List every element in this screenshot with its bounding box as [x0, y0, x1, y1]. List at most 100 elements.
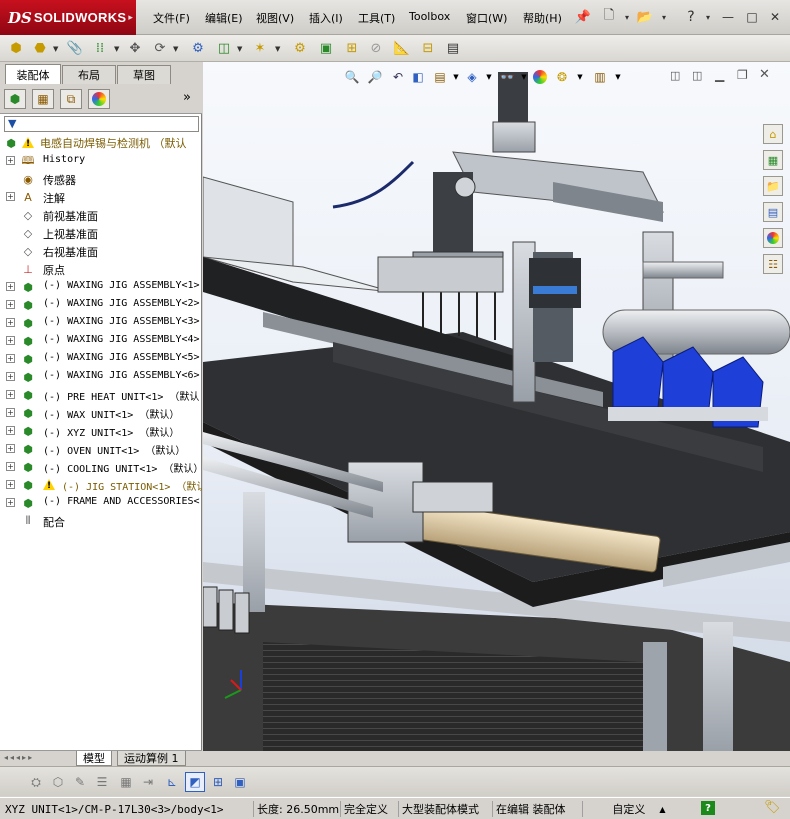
- tab-motion-study[interactable]: 运动算例 1: [117, 751, 186, 766]
- menu-file[interactable]: 文件(F): [153, 10, 190, 26]
- expand-plus-icon[interactable]: +: [6, 372, 15, 381]
- open-folder-icon[interactable]: 📂: [636, 8, 654, 26]
- tree-item[interactable]: + ⬢ (-) FRAME AND ACCESSORIES<: [0, 494, 202, 512]
- tree-item[interactable]: ◇ 右视基准面: [0, 242, 202, 260]
- tree-item[interactable]: ⊥ 原点: [0, 260, 202, 278]
- chevron-down-icon[interactable]: ▼: [480, 68, 498, 86]
- view-palette-icon[interactable]: ▤: [763, 202, 783, 222]
- zoom-to-fit-icon[interactable]: 🔍: [343, 68, 361, 86]
- tab-scroll-arrows-icon[interactable]: ◂◂◂▸▸: [4, 753, 34, 762]
- expand-plus-icon[interactable]: +: [6, 336, 15, 345]
- disabled-tool-icon[interactable]: ⊘: [366, 38, 386, 58]
- grid-icon[interactable]: ▦: [116, 772, 136, 792]
- tag-icon[interactable]: 🏷: [764, 800, 781, 815]
- expand-panel-icon[interactable]: »: [183, 90, 191, 105]
- tree-item[interactable]: + ⬢! (-) JIG STATION<1> （默认: [0, 476, 202, 494]
- help-badge[interactable]: ?: [701, 801, 715, 815]
- mate-icon[interactable]: ⊞: [342, 38, 362, 58]
- rebuild-icon[interactable]: ⛭: [26, 772, 46, 792]
- zoom-to-area-icon[interactable]: 🔎: [366, 68, 384, 86]
- chevron-down-icon[interactable]: ▾: [655, 8, 673, 26]
- dimension-icon[interactable]: ⇥: [138, 772, 158, 792]
- expand-plus-icon[interactable]: +: [6, 318, 15, 327]
- chevron-down-icon[interactable]: ▼: [173, 45, 178, 53]
- menu-window[interactable]: 窗口(W): [466, 10, 507, 26]
- tree-item[interactable]: ◉ 传感器: [0, 170, 202, 188]
- expand-plus-icon[interactable]: +: [6, 426, 15, 435]
- menu-help[interactable]: 帮助(H): [523, 10, 562, 26]
- graphics-area[interactable]: 🔍 🔎 ↶ ◧ ▤ ▼ ◈ ▼ 👓 ▼ ❂ ▼ ▥ ▼ ◫ ◫ ▁ ❐ ✕: [203, 62, 790, 751]
- tree-item[interactable]: + ⬢ (-) WAX UNIT<1> （默认）: [0, 404, 202, 422]
- pin-icon[interactable]: 📌: [574, 8, 592, 26]
- chevron-down-icon[interactable]: ▼: [275, 45, 280, 53]
- chevron-down-icon[interactable]: ▼: [53, 45, 58, 53]
- file-explorer-icon[interactable]: 📁: [763, 176, 783, 196]
- expand-plus-icon[interactable]: +: [6, 480, 15, 489]
- section-view-icon[interactable]: ◧: [409, 68, 427, 86]
- save-icon[interactable]: ▣: [230, 772, 250, 792]
- display-pane-icon[interactable]: ▤: [443, 38, 463, 58]
- reference-geometry-icon[interactable]: ✶: [250, 38, 270, 58]
- expand-plus-icon[interactable]: +: [6, 498, 15, 507]
- tree-item[interactable]: ◇ 上视基准面: [0, 224, 202, 242]
- tree-item[interactable]: + ⬢ (-) WAXING JIG ASSEMBLY<5>: [0, 350, 202, 368]
- chevron-down-icon[interactable]: ▼: [571, 68, 589, 86]
- new-document-icon[interactable]: 🗋: [600, 8, 618, 26]
- restore-button[interactable]: □: [744, 9, 760, 25]
- explode-view-icon[interactable]: ◫: [214, 38, 234, 58]
- axes-icon[interactable]: ⊾: [162, 772, 182, 792]
- tab-layout[interactable]: 布局: [62, 65, 116, 84]
- doc-restore-button[interactable]: ❐: [737, 68, 748, 82]
- pattern-icon[interactable]: ⁞⁞: [90, 38, 110, 58]
- custom-properties-icon[interactable]: ☷: [763, 254, 783, 274]
- expand-plus-icon[interactable]: +: [6, 192, 15, 201]
- paperclip-icon[interactable]: 📎: [65, 38, 85, 58]
- tree-filter[interactable]: ▼: [4, 116, 199, 132]
- tree-item[interactable]: + ⬢ (-) COOLING UNIT<1> （默认）: [0, 458, 202, 476]
- cube-icon[interactable]: ⬡: [48, 772, 68, 792]
- tree-item[interactable]: ⫴ 配合: [0, 512, 202, 530]
- solidworks-logo[interactable]: DS SOLIDWORKS ▸: [0, 0, 136, 35]
- chevron-down-icon[interactable]: ▼: [609, 68, 627, 86]
- expand-plus-icon[interactable]: +: [6, 156, 15, 165]
- tree-item[interactable]: ◇ 前视基准面: [0, 206, 202, 224]
- display-manager-icon[interactable]: [88, 89, 110, 109]
- menu-insert[interactable]: 插入(I): [309, 10, 343, 26]
- lines-icon[interactable]: ☰: [92, 772, 112, 792]
- expand-plus-icon[interactable]: +: [6, 354, 15, 363]
- smart-fastener-icon[interactable]: ⚙: [188, 38, 208, 58]
- expand-plus-icon[interactable]: +: [6, 462, 15, 471]
- doc-minimize-button[interactable]: ▁: [715, 68, 724, 82]
- chevron-down-icon[interactable]: ▼: [114, 45, 119, 53]
- shaded-icon[interactable]: ◩: [185, 772, 205, 792]
- expand-plus-icon[interactable]: +: [6, 300, 15, 309]
- expand-plus-icon[interactable]: +: [6, 408, 15, 417]
- tree-item[interactable]: + ⬢ (-) PRE HEAT UNIT<1> （默认: [0, 386, 202, 404]
- minimize-button[interactable]: —: [720, 9, 736, 25]
- menu-edit[interactable]: 编辑(E): [205, 10, 243, 26]
- menu-tools[interactable]: 工具(T): [358, 10, 395, 26]
- menu-toolbox[interactable]: Toolbox: [409, 10, 450, 23]
- appearance-icon[interactable]: [531, 68, 549, 86]
- close-button[interactable]: ✕: [767, 9, 783, 25]
- units-selector[interactable]: 自定义 ▲: [582, 801, 692, 817]
- chevron-down-icon[interactable]: ▾: [700, 9, 716, 25]
- help-button[interactable]: ?: [683, 9, 699, 25]
- assembly-feature-icon[interactable]: ⬣: [30, 38, 50, 58]
- previous-view-icon[interactable]: ↶: [389, 68, 407, 86]
- table-icon[interactable]: ⊞: [208, 772, 228, 792]
- tile-horizontal-icon[interactable]: ◫: [670, 69, 680, 82]
- sketch-icon[interactable]: ✎: [70, 772, 90, 792]
- feature-manager-icon[interactable]: ⬢: [4, 89, 26, 109]
- move-component-icon[interactable]: ✥: [125, 38, 145, 58]
- expand-plus-icon[interactable]: +: [6, 390, 15, 399]
- expand-plus-icon[interactable]: +: [6, 282, 15, 291]
- scene-icon[interactable]: ❂: [553, 68, 571, 86]
- bill-of-materials-icon[interactable]: ⚙: [290, 38, 310, 58]
- tile-vertical-icon[interactable]: ◫: [692, 69, 702, 82]
- menu-view[interactable]: 视图(V): [256, 10, 294, 26]
- hide-show-icon[interactable]: 👓: [498, 68, 516, 86]
- display-style-icon[interactable]: ◈: [463, 68, 481, 86]
- insert-component-icon[interactable]: ⬢: [6, 38, 26, 58]
- configuration-manager-icon[interactable]: ⧉: [60, 89, 82, 109]
